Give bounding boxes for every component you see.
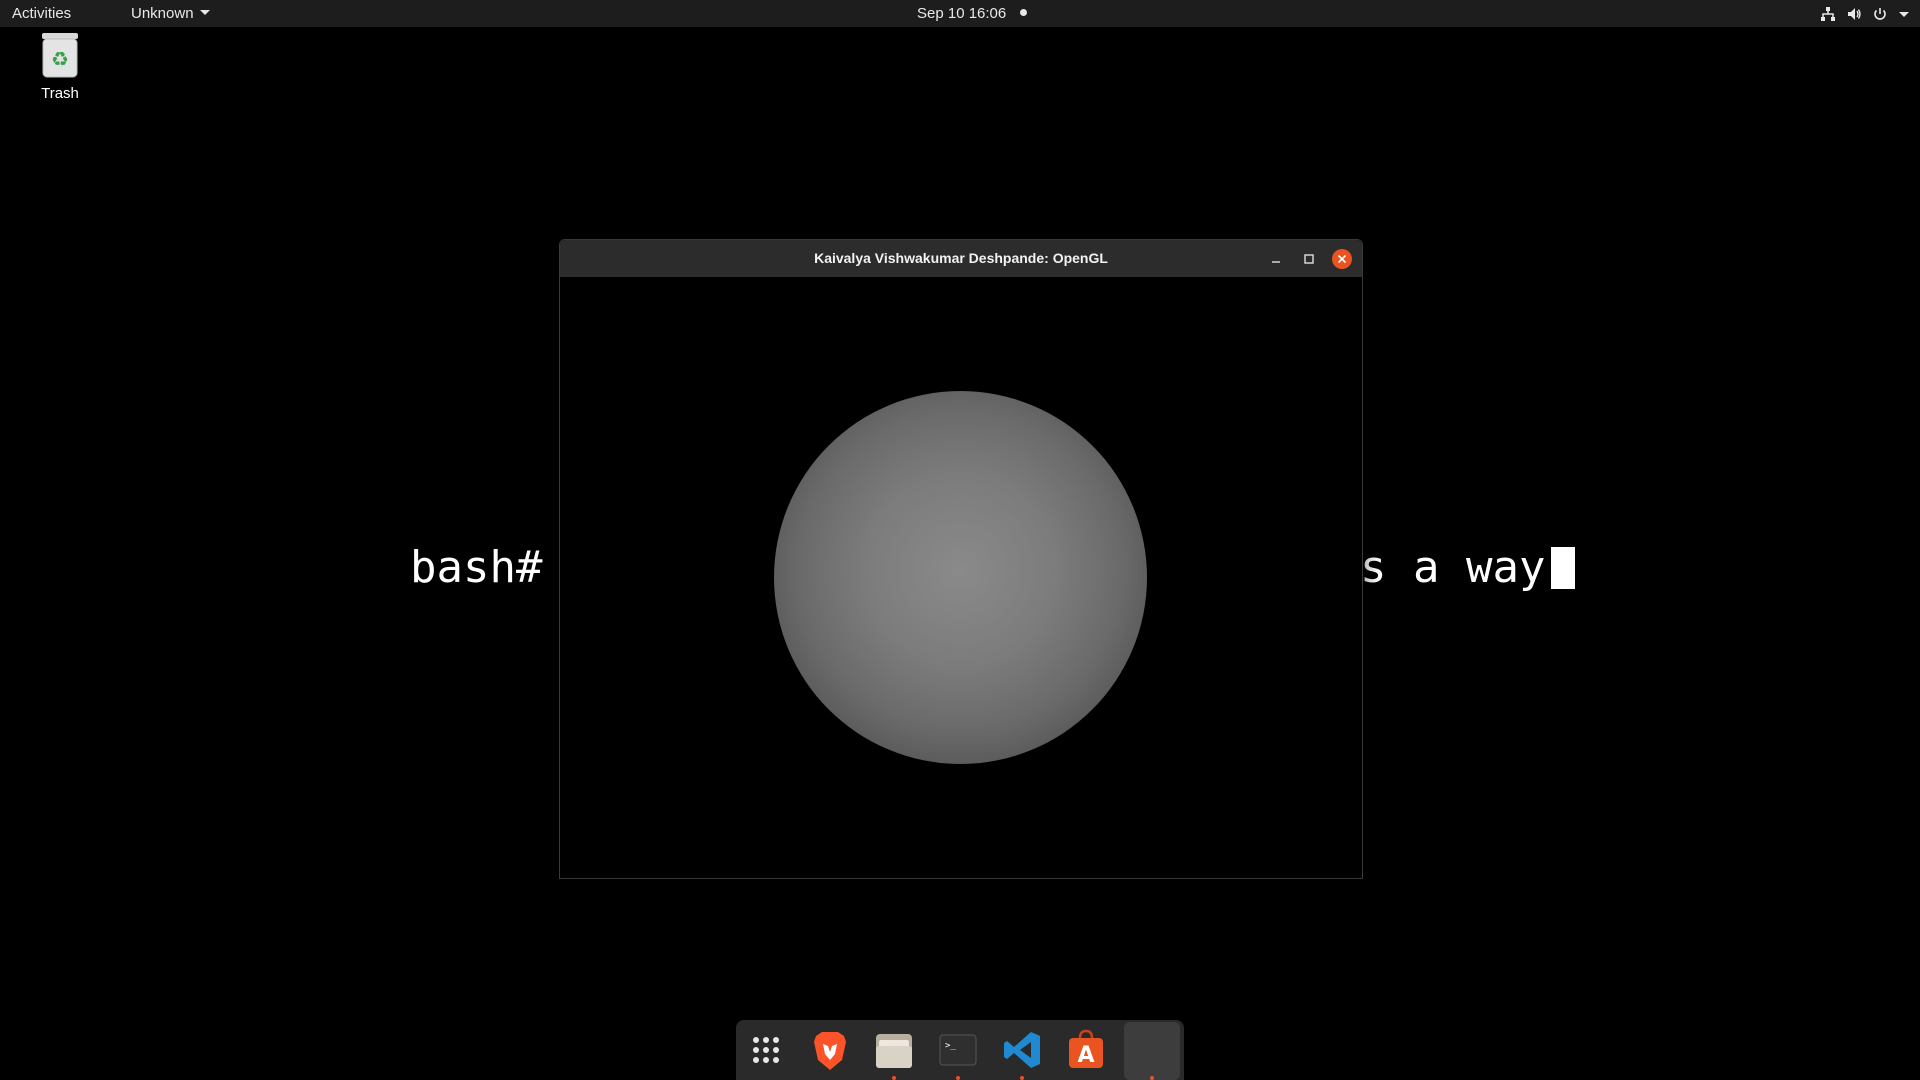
dock: >_ A [736, 1020, 1184, 1080]
close-button[interactable] [1332, 249, 1352, 269]
notification-dot-icon [1020, 9, 1028, 16]
minimize-button[interactable] [1266, 249, 1286, 269]
maximize-icon [1304, 254, 1314, 264]
terminal-launcher[interactable]: >_ [934, 1026, 982, 1080]
vscode-launcher[interactable] [998, 1026, 1046, 1080]
app-menu-label: Unknown [131, 5, 194, 22]
trash-label: Trash [41, 85, 79, 102]
opengl-app-launcher[interactable] [1128, 1026, 1176, 1080]
terminal-icon: >_ [939, 1034, 977, 1066]
volume-icon [1848, 8, 1861, 20]
running-indicator [1150, 1076, 1154, 1080]
clock[interactable]: Sep 10 16:06 [917, 5, 1028, 22]
window-titlebar[interactable]: Kaivalya Vishwakumar Deshpande: OpenGL [560, 240, 1362, 277]
svg-text:>_: >_ [945, 1041, 956, 1051]
app-grid-icon [753, 1037, 779, 1063]
brave-browser-launcher[interactable] [806, 1026, 854, 1074]
app-menu[interactable]: Unknown [131, 5, 210, 22]
chevron-down-icon [199, 10, 210, 15]
maximize-button[interactable] [1299, 249, 1319, 269]
top-bar: Activities Unknown Sep 10 16:06 [0, 0, 1920, 27]
running-indicator [1020, 1076, 1024, 1080]
files-launcher[interactable] [870, 1026, 918, 1080]
activities-button[interactable]: Activities [12, 5, 71, 22]
trash-icon: ♻ [42, 33, 78, 78]
desktop: Activities Unknown Sep 10 16:06 ♻ Trash … [0, 0, 1920, 1080]
system-tray[interactable] [1820, 4, 1910, 24]
show-applications-button[interactable] [742, 1026, 790, 1074]
terminal-cursor [1551, 547, 1576, 589]
folder-icon [876, 1034, 912, 1068]
terminal-text-fragment: s a way [1360, 542, 1546, 593]
software-store-icon: A [1069, 1029, 1103, 1068]
vscode-icon [1004, 1032, 1040, 1068]
window-title: Kaivalya Vishwakumar Deshpande: OpenGL [814, 250, 1108, 266]
terminal-text: s a way [1360, 542, 1576, 593]
running-indicator [892, 1076, 896, 1080]
network-icon [1821, 7, 1835, 21]
svg-text:A: A [1077, 1043, 1094, 1068]
running-indicator [956, 1076, 960, 1080]
svg-text:♻: ♻ [51, 47, 69, 71]
power-icon [1874, 8, 1886, 20]
close-icon [1337, 254, 1347, 264]
brave-lion-icon [814, 1032, 846, 1070]
terminal-prompt: bash# [410, 542, 543, 593]
minimize-icon [1272, 261, 1280, 263]
ubuntu-software-launcher[interactable]: A [1062, 1026, 1110, 1074]
rendered-sphere [774, 391, 1147, 764]
trash-desktop-icon[interactable]: ♻ Trash [28, 33, 92, 102]
clock-label: Sep 10 16:06 [917, 5, 1007, 22]
chevron-down-icon [1899, 12, 1909, 17]
